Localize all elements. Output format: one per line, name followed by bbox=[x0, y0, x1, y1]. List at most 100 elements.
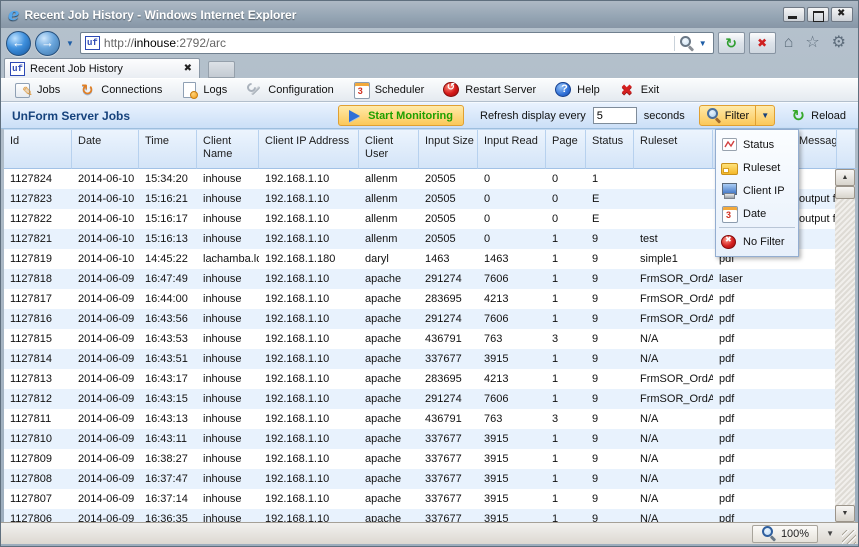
column-header-date[interactable]: Date bbox=[72, 130, 139, 169]
new-tab-button[interactable] bbox=[208, 61, 235, 78]
search-dropdown-icon[interactable]: ▼ bbox=[697, 39, 709, 48]
table-cell: 192.168.1.10 bbox=[259, 349, 359, 369]
column-header-status[interactable]: Status bbox=[586, 130, 634, 169]
table-row[interactable]: 11278132014-06-0916:43:17inhouse192.168.… bbox=[4, 369, 855, 389]
zoom-control[interactable]: 100% bbox=[752, 525, 818, 543]
table-cell: 4213 bbox=[478, 289, 546, 309]
menu-item-exit[interactable]: Exit bbox=[609, 80, 668, 100]
table-cell: 436791 bbox=[419, 409, 478, 429]
refresh-interval-input[interactable] bbox=[593, 107, 637, 124]
column-header-client-ip-address[interactable]: Client IP Address bbox=[259, 130, 359, 169]
table-cell: 15:16:17 bbox=[139, 209, 197, 229]
table-cell: 4213 bbox=[478, 369, 546, 389]
table-row[interactable]: 11278182014-06-0916:47:49inhouse192.168.… bbox=[4, 269, 855, 289]
filter-menu-item-ruleset[interactable]: Ruleset bbox=[718, 156, 796, 179]
table-cell: 7606 bbox=[478, 389, 546, 409]
menu-item-help[interactable]: Help bbox=[545, 80, 609, 100]
table-row[interactable]: 11278102014-06-0916:43:11inhouse192.168.… bbox=[4, 429, 855, 449]
table-cell: allenm bbox=[359, 189, 419, 209]
address-field[interactable]: uf http://inhouse:2792/arc ▼ bbox=[80, 32, 714, 54]
filter-menu-item-date[interactable]: Date bbox=[718, 202, 796, 225]
table-cell: N/A bbox=[634, 429, 713, 449]
table-row[interactable]: 11278082014-06-0916:37:47inhouse192.168.… bbox=[4, 469, 855, 489]
home-icon[interactable]: ⌂ bbox=[780, 35, 798, 51]
menu-item-jobs[interactable]: Jobs bbox=[5, 80, 69, 100]
table-row[interactable]: 11278072014-06-0916:37:14inhouse192.168.… bbox=[4, 489, 855, 509]
scrollbar-thumb[interactable] bbox=[835, 186, 855, 199]
scroll-down-icon[interactable]: ▼ bbox=[835, 505, 855, 522]
table-cell bbox=[793, 429, 837, 449]
table-cell: daryl bbox=[359, 249, 419, 269]
reload-button[interactable]: Reload bbox=[785, 106, 850, 126]
column-header-id[interactable]: Id bbox=[4, 130, 72, 169]
table-row[interactable]: 11278122014-06-0916:43:15inhouse192.168.… bbox=[4, 389, 855, 409]
column-header-input-size[interactable]: Input Size bbox=[419, 130, 478, 169]
jobs-icon bbox=[14, 82, 32, 98]
scroll-up-icon[interactable]: ▲ bbox=[835, 169, 855, 186]
start-monitoring-button[interactable]: Start Monitoring bbox=[338, 105, 464, 126]
back-button[interactable] bbox=[6, 31, 31, 56]
filter-dropdown-arrow-icon[interactable]: ▼ bbox=[755, 106, 774, 125]
table-row[interactable]: 11278152014-06-0916:43:53inhouse192.168.… bbox=[4, 329, 855, 349]
column-header-input-read[interactable]: Input Read bbox=[478, 130, 546, 169]
table-cell: 16:44:00 bbox=[139, 289, 197, 309]
table-cell: 1 bbox=[546, 229, 586, 249]
table-cell: FrmSOR_OrdAck bbox=[634, 269, 713, 289]
menu-item-connections[interactable]: Connections bbox=[69, 80, 171, 100]
table-row[interactable]: 11278092014-06-0916:38:27inhouse192.168.… bbox=[4, 449, 855, 469]
table-cell: 3915 bbox=[478, 349, 546, 369]
favorites-star-icon[interactable]: ☆ bbox=[801, 35, 823, 51]
vertical-scrollbar[interactable]: ▲ ▼ bbox=[835, 169, 855, 522]
menu-item-logs[interactable]: Logs bbox=[171, 80, 236, 100]
table-row[interactable]: 11278172014-06-0916:44:00inhouse192.168.… bbox=[4, 289, 855, 309]
tools-gear-icon[interactable]: ⚙ bbox=[828, 35, 850, 51]
table-cell: 2014-06-10 bbox=[72, 169, 139, 189]
forward-button[interactable] bbox=[35, 31, 60, 56]
table-cell: pdf bbox=[713, 289, 793, 309]
menu-item-scheduler[interactable]: Scheduler bbox=[343, 80, 434, 100]
maximize-button[interactable] bbox=[807, 7, 829, 22]
table-cell: inhouse bbox=[197, 409, 259, 429]
table-row[interactable]: 11278062014-06-0916:36:35inhouse192.168.… bbox=[4, 509, 855, 522]
menu-item-configuration[interactable]: Configuration bbox=[236, 80, 342, 100]
table-row[interactable]: 11278162014-06-0916:43:56inhouse192.168.… bbox=[4, 309, 855, 329]
column-header-client-user[interactable]: Client User bbox=[359, 130, 419, 169]
table-cell bbox=[793, 489, 837, 509]
table-cell bbox=[793, 389, 837, 409]
close-button[interactable] bbox=[831, 7, 853, 22]
stop-button[interactable]: ✖ bbox=[749, 32, 776, 54]
refresh-button[interactable]: ↻ bbox=[718, 32, 745, 54]
table-cell: allenm bbox=[359, 229, 419, 249]
table-cell: 2014-06-09 bbox=[72, 309, 139, 329]
filter-menu-item-status[interactable]: Status bbox=[718, 133, 796, 156]
site-favicon: uf bbox=[85, 36, 100, 50]
table-cell: 1463 bbox=[419, 249, 478, 269]
minimize-button[interactable] bbox=[783, 7, 805, 22]
filter-menu-item-no-filter[interactable]: No Filter bbox=[718, 230, 796, 253]
column-header-ruleset[interactable]: Ruleset bbox=[634, 130, 713, 169]
menu-item-restart-server[interactable]: Restart Server bbox=[433, 80, 545, 100]
table-cell: 192.168.1.10 bbox=[259, 469, 359, 489]
column-header-message[interactable]: Message bbox=[793, 130, 837, 169]
table-row[interactable]: 11278142014-06-0916:43:51inhouse192.168.… bbox=[4, 349, 855, 369]
table-cell: 1127809 bbox=[4, 449, 72, 469]
table-cell: 16:47:49 bbox=[139, 269, 197, 289]
column-header-time[interactable]: Time bbox=[139, 130, 197, 169]
resize-grip[interactable] bbox=[842, 530, 856, 544]
table-cell: 20505 bbox=[419, 229, 478, 249]
tab-close-icon[interactable]: ✖ bbox=[182, 63, 194, 74]
table-cell: 192.168.1.10 bbox=[259, 409, 359, 429]
column-header-page[interactable]: Page bbox=[546, 130, 586, 169]
filter-menu-item-client-ip[interactable]: Client IP bbox=[718, 179, 796, 202]
search-icon[interactable] bbox=[679, 36, 694, 51]
ie-logo-icon: e bbox=[8, 7, 19, 23]
recent-pages-dropdown-icon[interactable]: ▼ bbox=[64, 39, 76, 48]
filter-button[interactable]: Filter ▼ bbox=[699, 105, 775, 126]
table-row[interactable]: 11278112014-06-0916:43:13inhouse192.168.… bbox=[4, 409, 855, 429]
filter-menu-item-label: Status bbox=[743, 139, 774, 151]
zoom-dropdown-icon[interactable]: ▼ bbox=[822, 529, 838, 538]
column-header-client-name[interactable]: Client Name bbox=[197, 130, 259, 169]
tab-recent-job-history[interactable]: uf Recent Job History ✖ bbox=[4, 58, 200, 78]
table-cell: 2014-06-09 bbox=[72, 469, 139, 489]
table-cell: inhouse bbox=[197, 369, 259, 389]
